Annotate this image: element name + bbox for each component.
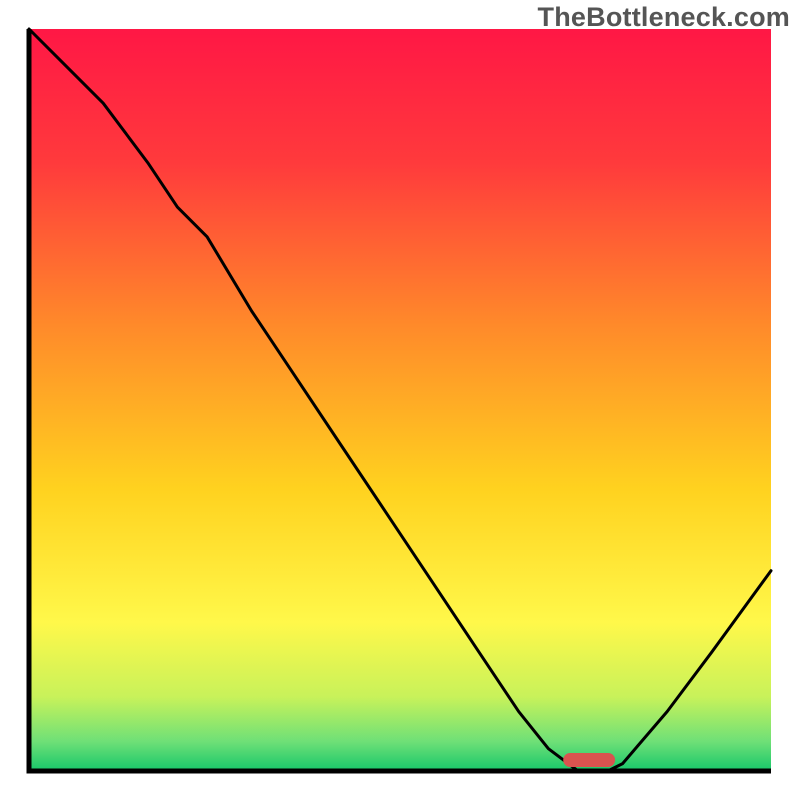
bottleneck-chart bbox=[0, 0, 800, 800]
gradient-background bbox=[29, 29, 771, 771]
chart-stage: TheBottleneck.com bbox=[0, 0, 800, 800]
watermark-text: TheBottleneck.com bbox=[538, 2, 790, 33]
optimum-marker bbox=[563, 753, 615, 767]
